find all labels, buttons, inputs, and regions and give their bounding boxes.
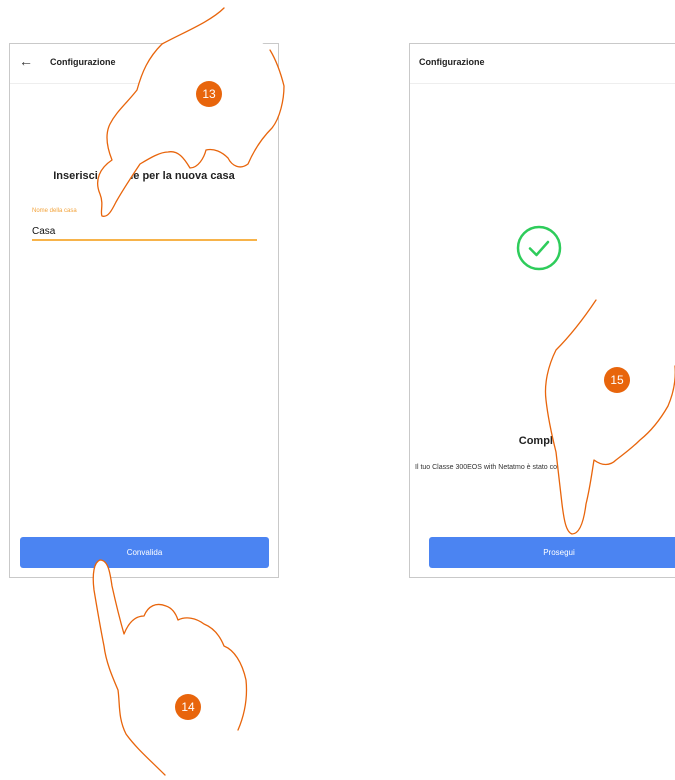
continue-button[interactable]: Prosegui: [429, 537, 675, 568]
header-title: Configurazione: [50, 57, 116, 67]
validate-button[interactable]: Convalida: [20, 537, 269, 568]
step-13-badge: 13: [196, 81, 222, 107]
app-header: Configurazione: [410, 44, 675, 84]
screen-setup-complete: Configurazione Completato Il tuo Classe …: [409, 43, 675, 578]
page-heading: Inserisci il nome per la nuova casa: [53, 170, 235, 182]
back-arrow-icon[interactable]: ←: [19, 54, 33, 68]
home-name-label: Nome della casa: [32, 208, 77, 214]
success-check-icon: [516, 225, 562, 271]
header-title: Configurazione: [419, 57, 485, 67]
app-header: ← Configurazione: [10, 44, 278, 84]
pointing-hand-icon: [92, 559, 248, 776]
screen-name-home: ← Configurazione Inserisci il nome per l…: [9, 43, 279, 578]
complete-title: Completato: [518, 435, 580, 447]
step-14-badge: 14: [175, 694, 201, 720]
complete-message: Il tuo Classe 300EOS with Netatmo è stat…: [415, 464, 587, 471]
step-15-badge: 15: [604, 367, 630, 393]
home-name-input[interactable]: [32, 223, 257, 241]
